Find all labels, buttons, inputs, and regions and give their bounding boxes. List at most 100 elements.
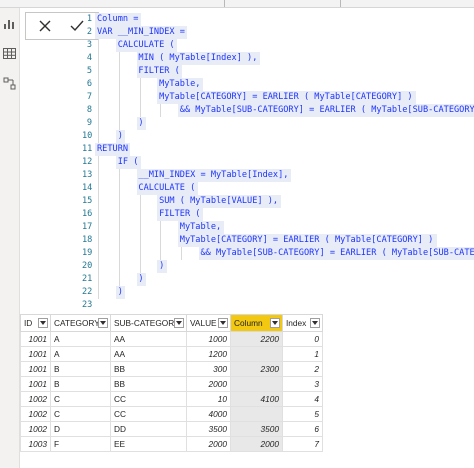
filter-dropdown-icon[interactable]: [38, 318, 48, 328]
code-text: MyTable[CATEGORY] = EARLIER ( MyTable[CA…: [97, 92, 413, 102]
code-line: 17 MyTable,: [82, 221, 474, 234]
code-line: 12 IF (: [82, 156, 474, 169]
code-line: 10 ): [82, 130, 474, 143]
filter-dropdown-icon[interactable]: [270, 318, 280, 328]
table-row: 1002 C CC 10 4100 4: [20, 391, 323, 407]
table-cell: 1001: [20, 346, 51, 362]
table-header-row: ID CATEGORY SUB-CATEGORY VALUE Column Index: [20, 314, 323, 332]
table-cell: [230, 346, 283, 362]
code-text: RETURN: [97, 144, 129, 154]
table-cell: 5: [282, 406, 323, 422]
filter-dropdown-icon[interactable]: [98, 318, 108, 328]
column-header-label: VALUE: [190, 318, 217, 328]
report-view-icon[interactable]: [2, 16, 17, 31]
column-header[interactable]: ID: [20, 314, 51, 332]
table-view-icon[interactable]: [2, 46, 17, 61]
code-text: CALCULATE (: [97, 40, 175, 50]
table-cell: 1200: [186, 346, 231, 362]
code-line: 23: [82, 299, 474, 312]
code-line: 3 CALCULATE (: [82, 39, 474, 52]
column-header-label: Column: [234, 318, 263, 328]
table-cell: 1002: [20, 406, 51, 422]
code-line: 11 RETURN: [82, 143, 474, 156]
table-cell: 10: [186, 391, 231, 407]
column-header[interactable]: Index: [282, 314, 323, 332]
filter-dropdown-icon[interactable]: [310, 318, 320, 328]
column-header-label: ID: [24, 318, 33, 328]
column-header[interactable]: VALUE: [186, 314, 231, 332]
line-number: 6: [86, 79, 92, 89]
column-header[interactable]: SUB-CATEGORY: [110, 314, 187, 332]
table-cell: 3500: [186, 421, 231, 437]
code-text: VAR __MIN_INDEX =: [97, 27, 185, 37]
filter-dropdown-icon[interactable]: [218, 318, 228, 328]
line-number: 5: [86, 66, 92, 76]
code-line: 7 MyTable[CATEGORY] = EARLIER ( MyTable[…: [82, 91, 474, 104]
line-number: 9: [86, 118, 92, 128]
table-cell: BB: [110, 376, 187, 392]
code-text: Column =: [97, 14, 139, 24]
code-line: 5 FILTER (: [82, 65, 474, 78]
close-icon[interactable]: [32, 15, 58, 37]
line-number: 13: [82, 170, 93, 180]
table-cell: A: [50, 331, 111, 347]
table-cell: AA: [110, 346, 187, 362]
table-cell: 1003: [20, 436, 51, 452]
table-cell: CC: [110, 406, 187, 422]
dax-formula-editor[interactable]: 1 Column = 2 VAR __MIN_INDEX = 3 CALCULATE (…: [82, 13, 474, 313]
table-row: 1002 C CC 4000 5: [20, 406, 323, 422]
column-header[interactable]: CATEGORY: [50, 314, 111, 332]
code-text: MIN ( MyTable[Index] ),: [97, 53, 258, 63]
table-row: 1003 F EE 2000 2000 7: [20, 436, 323, 452]
code-text: FILTER (: [97, 209, 201, 219]
code-line: 15 SUM ( MyTable[VALUE] ),: [82, 195, 474, 208]
code-line: 1 Column =: [82, 13, 474, 26]
code-text: CALCULATE (: [97, 183, 196, 193]
table-cell: 3500: [230, 421, 283, 437]
code-text: ): [97, 118, 144, 128]
table-cell: D: [50, 421, 111, 437]
table-cell: 1001: [20, 331, 51, 347]
code-text: ): [97, 274, 144, 284]
table-cell: [230, 406, 283, 422]
column-header-label: Index: [286, 318, 307, 328]
line-number: 14: [82, 183, 93, 193]
table-cell: 2200: [230, 331, 283, 347]
table-cell: 1000: [186, 331, 231, 347]
code-text: IF (: [97, 157, 139, 167]
column-header-label: CATEGORY: [54, 318, 100, 328]
table-cell: C: [50, 406, 111, 422]
code-line: 22 ): [82, 286, 474, 299]
code-line: 14 CALCULATE (: [82, 182, 474, 195]
table-cell: 2000: [186, 436, 231, 452]
line-number: 23: [82, 300, 93, 310]
column-header[interactable]: Column: [230, 314, 283, 332]
table-cell: AA: [110, 331, 187, 347]
formula-bar: 1 Column = 2 VAR __MIN_INDEX = 3 CALCULATE (…: [20, 8, 474, 314]
table-cell: 1002: [20, 421, 51, 437]
table-row: 1001 B BB 300 2300 2: [20, 361, 323, 377]
table-cell: 2000: [186, 376, 231, 392]
table-cell: 2300: [230, 361, 283, 377]
filter-dropdown-icon[interactable]: [174, 318, 184, 328]
code-text: __MIN_INDEX = MyTable[Index],: [97, 170, 289, 180]
table-row: 1001 B BB 2000 3: [20, 376, 323, 392]
line-number: 10: [82, 131, 93, 141]
code-line: 4 MIN ( MyTable[Index] ),: [82, 52, 474, 65]
line-number: 16: [82, 209, 93, 219]
table-cell: 2000: [230, 436, 283, 452]
table-cell: 3: [282, 376, 323, 392]
line-number: 7: [86, 92, 92, 102]
table-cell: F: [50, 436, 111, 452]
table-cell: [230, 376, 283, 392]
toolbar-separator: [224, 0, 225, 7]
model-view-icon[interactable]: [2, 76, 17, 91]
line-number: 22: [82, 287, 93, 297]
table-row: 1001 A AA 1200 1: [20, 346, 323, 362]
line-number: 20: [82, 261, 93, 271]
line-number: 18: [82, 235, 93, 245]
code-text: ): [97, 131, 123, 141]
line-number: 21: [82, 274, 93, 284]
code-text: && MyTable[SUB-CATEGORY] = EARLIER ( MyT…: [97, 248, 474, 258]
table-cell: 1001: [20, 376, 51, 392]
